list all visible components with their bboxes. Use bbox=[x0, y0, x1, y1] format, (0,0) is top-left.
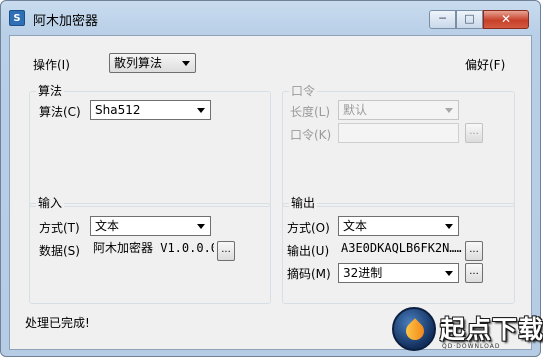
operation-label: 操作(I) bbox=[33, 58, 70, 72]
length-select[interactable]: 默认 bbox=[338, 100, 459, 120]
input-data-label: 数据(S) bbox=[39, 244, 80, 258]
encoding-select-value: 32进制 bbox=[343, 266, 383, 280]
window-title: 阿木加密器 bbox=[33, 14, 99, 29]
watermark-logo: 起点下载 QD·DOWNLOAD bbox=[392, 305, 543, 357]
password-group-title: 口令 bbox=[289, 84, 318, 98]
chevron-down-icon bbox=[197, 108, 205, 113]
maximize-button[interactable]: □ bbox=[456, 10, 483, 29]
title-bar[interactable]: S 阿木加密器 ─ □ ✕ bbox=[1, 1, 540, 35]
close-button[interactable]: ✕ bbox=[483, 10, 529, 29]
algorithm-select[interactable]: Sha512 bbox=[90, 100, 211, 120]
preferences-menu[interactable]: 偏好(F) bbox=[465, 56, 505, 73]
operation-select[interactable]: 散列算法 bbox=[109, 53, 196, 73]
watermark-subtext: QD·DOWNLOAD bbox=[442, 343, 501, 350]
encoding-select[interactable]: 32进制 bbox=[338, 263, 459, 283]
encoding-label: 摘码(M) bbox=[287, 267, 331, 281]
output-mode-label: 方式(O) bbox=[287, 221, 330, 235]
logo-globe-icon bbox=[392, 307, 436, 351]
length-label: 长度(L) bbox=[290, 105, 331, 119]
input-data-field[interactable]: 阿木加密器 V1.0.0.0 bbox=[90, 239, 214, 259]
output-mode-select[interactable]: 文本 bbox=[338, 216, 459, 236]
watermark-text: 起点下载 bbox=[440, 315, 543, 344]
logo-flame-icon bbox=[402, 318, 428, 344]
input-group-title: 输入 bbox=[36, 196, 65, 210]
input-mode-select[interactable]: 文本 bbox=[90, 216, 211, 236]
input-mode-select-value: 文本 bbox=[95, 219, 120, 233]
chevron-down-icon bbox=[445, 108, 453, 113]
output-group-title: 输出 bbox=[289, 196, 318, 210]
encoding-browse-button[interactable]: ... bbox=[465, 263, 483, 283]
algorithm-label: 算法(C) bbox=[39, 105, 81, 119]
minimize-button[interactable]: ─ bbox=[429, 10, 456, 29]
input-mode-label: 方式(T) bbox=[39, 221, 80, 235]
chevron-down-icon bbox=[197, 224, 205, 229]
status-text: 处理已完成! bbox=[25, 316, 90, 330]
app-window: S 阿木加密器 ─ □ ✕ 操作(I) 散列算法 偏好(F) 算法 算法(C) … bbox=[0, 0, 541, 357]
chevron-down-icon bbox=[182, 61, 190, 66]
password-browse-button[interactable]: ... bbox=[465, 123, 483, 143]
algorithm-select-value: Sha512 bbox=[95, 103, 141, 117]
output-label: 输出(U) bbox=[287, 244, 330, 258]
operation-select-value: 散列算法 bbox=[114, 56, 163, 70]
output-mode-select-value: 文本 bbox=[343, 219, 368, 233]
password-input[interactable] bbox=[338, 123, 459, 143]
chevron-down-icon bbox=[445, 224, 453, 229]
password-label: 口令(K) bbox=[290, 128, 332, 142]
algorithm-group-title: 算法 bbox=[36, 84, 65, 98]
chevron-down-icon bbox=[445, 271, 453, 276]
output-browse-button[interactable]: ... bbox=[465, 241, 483, 261]
output-field[interactable]: A3E0DKAQLB6FK2N…… bbox=[338, 239, 462, 259]
app-icon: S bbox=[9, 10, 25, 26]
length-select-value: 默认 bbox=[343, 103, 368, 117]
input-browse-button[interactable]: ... bbox=[217, 241, 235, 261]
client-area: 操作(I) 散列算法 偏好(F) 算法 算法(C) Sha512 口令 长度(L… bbox=[9, 35, 532, 350]
